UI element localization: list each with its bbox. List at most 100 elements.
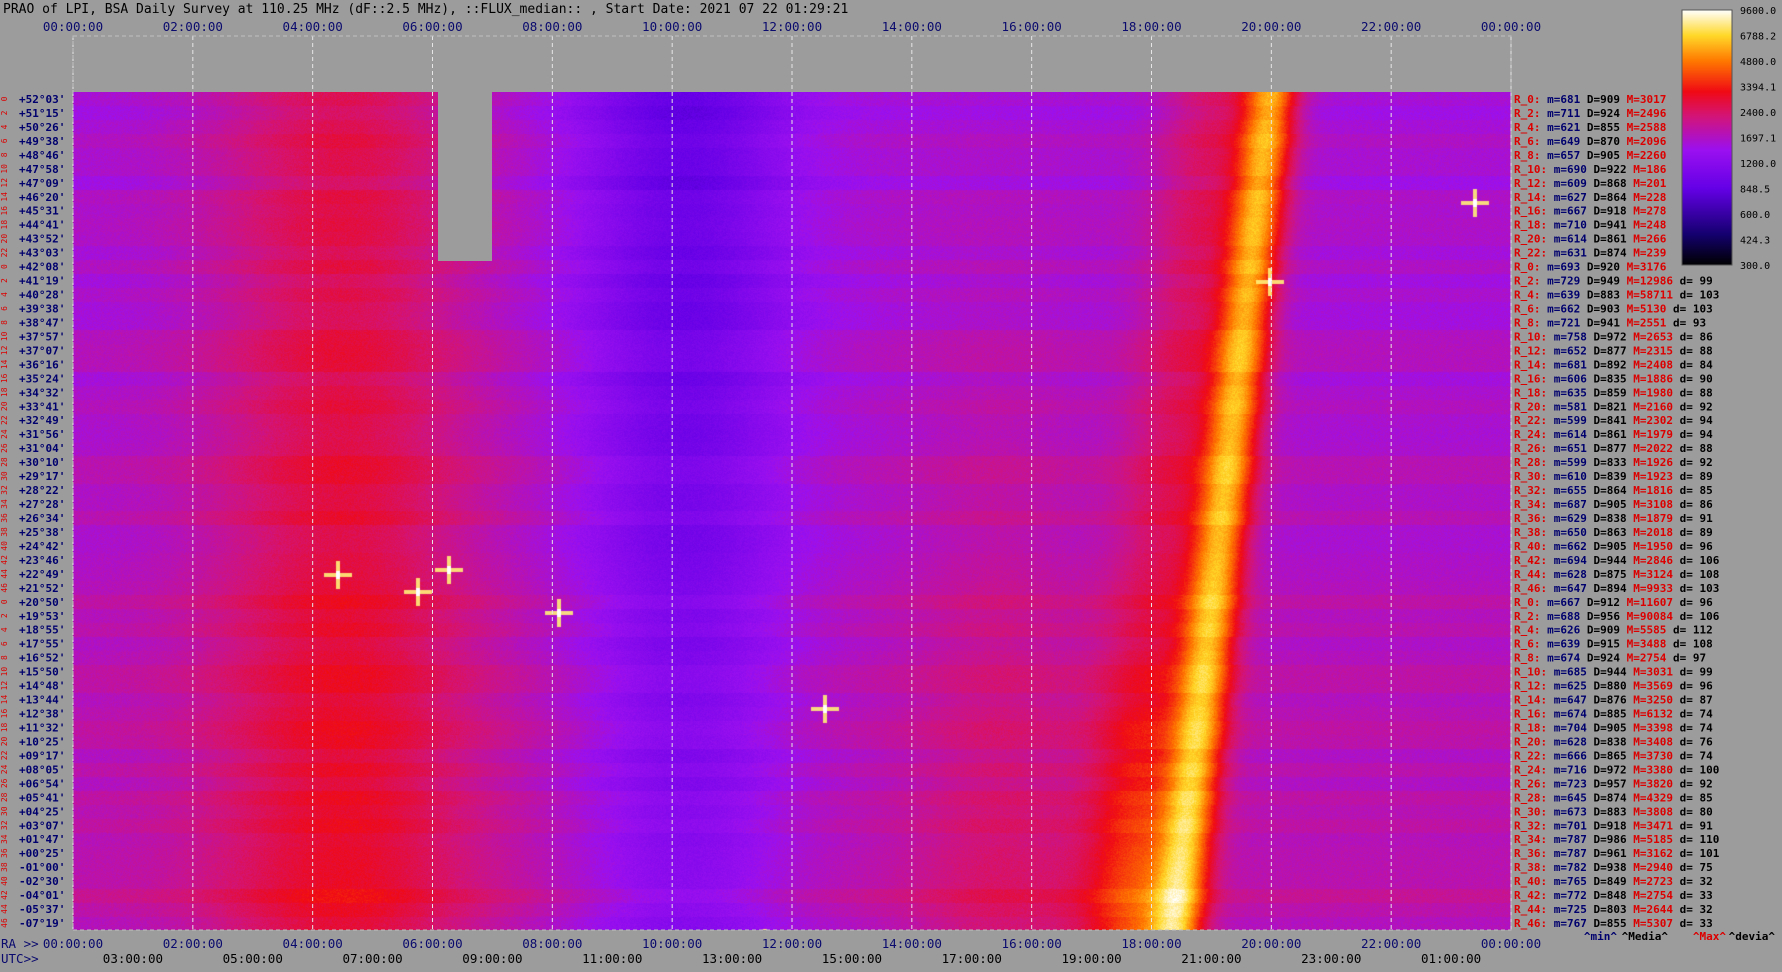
colorbar-tick: 6788.2: [1740, 32, 1776, 43]
beam-number: 28: [0, 792, 9, 802]
colorbar-tick: 1697.1: [1740, 133, 1776, 144]
declination-label: +35°24': [19, 372, 65, 385]
colorbar-tick: 424.3: [1740, 235, 1770, 246]
row-stat: R_30: m=673 D=883 M=3808 d= 80: [1514, 805, 1713, 818]
beam-number: 0: [0, 264, 9, 269]
row-stat: R_22: m=599 D=841 M=2302 d= 94: [1514, 414, 1713, 427]
row-stat: R_28: m=645 D=874 M=4329 d= 85: [1514, 791, 1713, 804]
beam-number: 6: [0, 306, 9, 311]
utc-tick-label: 23:00:00: [1301, 951, 1361, 966]
beam-number: 32: [0, 485, 9, 495]
beam-number: 38: [0, 527, 9, 537]
declination-label: +11°32': [19, 721, 65, 734]
declination-label: +19°53': [19, 610, 65, 623]
beam-number: 0: [0, 599, 9, 604]
declination-label: +49°38': [19, 135, 65, 148]
row-stat: R_22: m=666 D=865 M=3730 d= 74: [1514, 749, 1713, 762]
declination-label: +33°41': [19, 400, 65, 413]
beam-number: 26: [0, 778, 9, 788]
declination-label: +38°47': [19, 316, 65, 329]
beam-number: 42: [0, 555, 9, 565]
beam-labels: 0246810121416182022024681012141618202224…: [0, 96, 9, 927]
stats-legend-item: ^Media^: [1622, 930, 1669, 943]
declination-label: +26°34': [19, 512, 65, 525]
declination-label: +05°41': [19, 791, 65, 804]
beam-number: 30: [0, 806, 9, 816]
colorbar-tick: 2400.0: [1740, 108, 1776, 119]
top-tick-label: 00:00:00: [1481, 19, 1541, 34]
declination-label: +25°38': [19, 526, 65, 539]
utc-tick-label: 01:00:00: [1421, 951, 1481, 966]
beam-number: 46: [0, 918, 9, 928]
utc-axis-prefix: UTC>>: [1, 951, 39, 966]
stats-legend: ^min^ ^Media^ ^Max^ ^devia^: [1584, 930, 1776, 943]
beam-number: 36: [0, 848, 9, 858]
row-stat: R_20: m=614 D=861 M=266: [1514, 233, 1667, 246]
beam-number: 22: [0, 248, 9, 258]
stats-legend-item: ^Max^: [1693, 930, 1726, 943]
beam-number: 2: [0, 613, 9, 618]
beam-number: 30: [0, 471, 9, 481]
row-stat: R_14: m=681 D=892 M=2408 d= 84: [1514, 358, 1713, 371]
beam-number: 2: [0, 278, 9, 283]
row-stat: R_4: m=639 D=883 M=58711 d= 103: [1514, 289, 1719, 302]
row-stat: R_36: m=629 D=838 M=1879 d= 91: [1514, 512, 1713, 525]
beam-number: 38: [0, 862, 9, 872]
declination-label: +06°54': [19, 777, 65, 790]
utc-tick-label: 11:00:00: [582, 951, 642, 966]
colorbar-scale: [1681, 9, 1733, 266]
row-stat: R_16: m=606 D=835 M=1886 d= 90: [1514, 372, 1713, 385]
row-stat: R_44: m=628 D=875 M=3124 d= 108: [1514, 568, 1719, 581]
beam-number: 24: [0, 429, 9, 439]
declination-label: +45°31': [19, 205, 65, 218]
declination-label: +16°52': [19, 652, 65, 665]
declination-label: +30°10': [19, 456, 65, 469]
declination-label: +32°49': [19, 414, 65, 427]
beam-number: 44: [0, 569, 9, 579]
beam-number: 16: [0, 709, 9, 719]
declination-label: +01°47': [19, 833, 65, 846]
declination-label: +03°07': [19, 819, 65, 832]
declination-label: +31°04': [19, 442, 65, 455]
row-stat: R_18: m=710 D=941 M=248: [1514, 219, 1666, 232]
beam-number: 12: [0, 681, 9, 691]
top-tick-label: 22:00:00: [1361, 19, 1421, 34]
data-gap: [438, 92, 492, 261]
row-stat: R_24: m=716 D=972 M=3380 d= 100: [1514, 763, 1719, 776]
beam-number: 8: [0, 320, 9, 325]
row-stat: R_24: m=614 D=861 M=1979 d= 94: [1514, 428, 1713, 441]
declination-label: +36°16': [19, 358, 65, 371]
beam-number: 18: [0, 722, 9, 732]
row-stat: R_46: m=647 D=894 M=9933 d= 103: [1514, 582, 1719, 595]
beam-number: 40: [0, 541, 9, 551]
declination-label: +48°46': [19, 149, 65, 162]
top-tick-label: 18:00:00: [1121, 19, 1181, 34]
declination-label: +41°19': [19, 275, 65, 288]
row-stat: R_6: m=662 D=903 M=5130 d= 103: [1514, 302, 1713, 315]
beam-number: 14: [0, 695, 9, 705]
ra-tick-label: 14:00:00: [882, 936, 942, 951]
beam-number: 34: [0, 834, 9, 844]
row-stat: R_28: m=599 D=833 M=1926 d= 92: [1514, 456, 1713, 469]
ra-tick-label: 16:00:00: [1002, 936, 1062, 951]
top-tick-label: 14:00:00: [882, 19, 942, 34]
ra-tick-label: 08:00:00: [522, 936, 582, 951]
declination-label: +44°41': [19, 219, 65, 232]
beam-number: 18: [0, 387, 9, 397]
beam-number: 14: [0, 192, 9, 202]
beam-number: 10: [0, 164, 9, 174]
beam-number: 12: [0, 345, 9, 355]
row-stat: R_36: m=787 D=961 M=3162 d= 101: [1514, 847, 1720, 860]
declination-label: +50°26': [19, 121, 65, 134]
declination-label: +08°05': [19, 763, 65, 776]
beam-number: 4: [0, 627, 9, 632]
utc-tick-label: 15:00:00: [822, 951, 882, 966]
row-stat: R_32: m=701 D=918 M=3471 d= 91: [1514, 819, 1713, 832]
declination-label: +42°08': [19, 261, 65, 274]
row-stat: R_2: m=729 D=949 M=12986 d= 99: [1514, 275, 1713, 288]
beam-number: 40: [0, 876, 9, 886]
declination-label: +27°28': [19, 498, 65, 511]
row-stat: R_6: m=649 D=870 M=2096: [1514, 135, 1667, 148]
row-stat: R_38: m=782 D=938 M=2940 d= 75: [1514, 861, 1713, 874]
row-stat: R_8: m=721 D=941 M=2551 d= 93: [1514, 316, 1706, 329]
